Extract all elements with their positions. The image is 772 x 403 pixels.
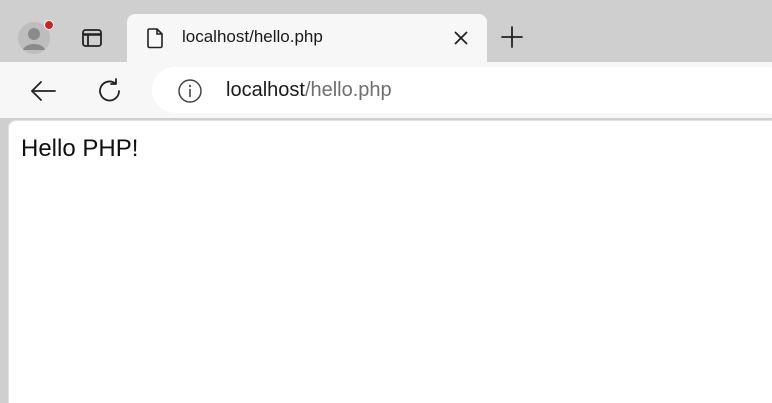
- page-content: Hello PHP!: [8, 120, 772, 403]
- address-bar[interactable]: localhost/hello.php: [152, 67, 772, 113]
- new-tab-button[interactable]: [497, 22, 527, 52]
- url-text: localhost/hello.php: [226, 79, 392, 102]
- back-button[interactable]: [28, 76, 58, 106]
- refresh-icon: [95, 76, 125, 106]
- tab-actions-icon: [80, 26, 104, 50]
- tab-active[interactable]: localhost/hello.php: [127, 14, 487, 62]
- tab-title: localhost/hello.php: [182, 27, 323, 46]
- navigation-toolbar: localhost/hello.php: [0, 62, 772, 118]
- back-arrow-icon: [28, 76, 58, 106]
- tab-actions-button[interactable]: [74, 20, 110, 56]
- info-icon[interactable]: [177, 78, 203, 104]
- browser-window: localhost/hello.php localhost/hello.php …: [0, 0, 772, 403]
- page-body-text: Hello PHP!: [21, 135, 139, 162]
- notification-dot: [44, 20, 54, 30]
- url-host: localhost: [226, 79, 305, 101]
- close-icon[interactable]: [449, 26, 473, 50]
- profile-button[interactable]: [16, 20, 54, 56]
- plus-icon: [497, 22, 527, 52]
- url-path: /hello.php: [304, 79, 392, 101]
- refresh-button[interactable]: [95, 76, 125, 106]
- tab-strip: localhost/hello.php: [0, 0, 772, 62]
- page-icon: [143, 26, 167, 50]
